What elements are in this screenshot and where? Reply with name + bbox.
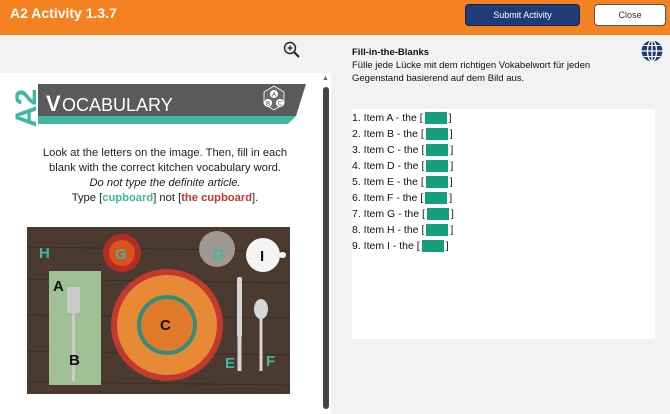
answer-row: 1. Item A - the [] — [352, 112, 452, 124]
worksheet-instructions: Look at the letters on the image. Then, … — [20, 146, 310, 206]
article-note: Do not type the definite article. — [89, 177, 241, 189]
a2-badge: A2 — [10, 89, 43, 127]
banner-stripe — [38, 116, 296, 124]
answer-row: 6. Item F - the [] — [352, 192, 453, 204]
answer-row: 4. Item D - the [] — [352, 160, 454, 172]
worksheet-pane: A2 V OCABULARY A B C Look at the letters… — [0, 35, 331, 414]
instruction-line-1: Look at the letters on the image. Then, … — [42, 147, 288, 159]
close-button[interactable]: Close — [594, 4, 666, 26]
answer-input-i[interactable] — [421, 240, 444, 252]
label-e: E — [225, 355, 235, 372]
scroll-up-icon[interactable]: ▲ — [322, 75, 329, 82]
instruction-line-2: blank with the correct kitchen vocabular… — [49, 162, 281, 174]
label-f: F — [266, 353, 275, 370]
correct-example: cupboard — [102, 192, 154, 204]
answer-input-g[interactable] — [426, 208, 449, 220]
label-c: C — [160, 317, 171, 334]
top-bar: A2 Activity 1.3.7 Submit Activity Close — [0, 0, 670, 35]
app-title: A2 Activity 1.3.7 — [10, 5, 117, 21]
answer-input-b[interactable] — [425, 128, 448, 140]
label-g: G — [115, 246, 127, 263]
exercise-pane: Fill-in-the-Blanks Fülle jede Lücke mit … — [331, 35, 670, 414]
answer-input-a[interactable] — [424, 112, 447, 124]
answer-row: 3. Item C - the [] — [352, 144, 454, 156]
scroll-thumb[interactable] — [323, 87, 329, 409]
zoom-in-icon[interactable] — [282, 40, 302, 60]
wrong-example: the cupboard — [181, 192, 253, 204]
exercise-description: Fülle jede Lücke mit dem richtigen Vokab… — [352, 60, 591, 84]
submit-activity-button[interactable]: Submit Activity — [465, 4, 580, 26]
vocabulary-banner: A2 V OCABULARY A B C — [10, 80, 310, 140]
svg-text:A: A — [272, 93, 276, 99]
answer-input-e[interactable] — [425, 176, 448, 188]
label-a: A — [53, 278, 64, 295]
label-i: I — [260, 248, 264, 265]
heading-initial: V — [46, 91, 61, 116]
answer-row: 5. Item E - the [] — [352, 176, 453, 188]
exercise-title: Fill-in-the-Blanks — [352, 47, 430, 58]
worksheet-toolbar — [0, 35, 331, 73]
answer-row: 7. Item G - the [] — [352, 208, 454, 220]
heading-rest: OCABULARY — [62, 95, 173, 115]
answer-input-c[interactable] — [426, 144, 449, 156]
label-d: D — [213, 246, 224, 263]
place-setting-photo: H G D I A C B E F — [27, 227, 290, 394]
answer-list: 1. Item A - the [] 2. Item B - the [] 3.… — [352, 109, 655, 339]
label-h: H — [39, 245, 50, 262]
answer-input-f[interactable] — [425, 192, 448, 204]
worksheet-scrollbar[interactable]: ▲ — [320, 73, 331, 414]
answer-input-d[interactable] — [426, 160, 449, 172]
answer-row: 8. Item H - the [] — [352, 224, 454, 236]
answer-row: 2. Item B - the [] — [352, 128, 453, 140]
example-line: Type [cupboard] not [the cupboard]. — [71, 192, 259, 204]
answer-row: 9. Item I - the [] — [352, 240, 449, 252]
svg-text:C: C — [278, 102, 283, 108]
svg-text:B: B — [266, 102, 270, 108]
knife — [237, 277, 242, 371]
label-b: B — [69, 352, 80, 369]
answer-input-h[interactable] — [426, 224, 449, 236]
globe-icon[interactable] — [640, 39, 664, 63]
